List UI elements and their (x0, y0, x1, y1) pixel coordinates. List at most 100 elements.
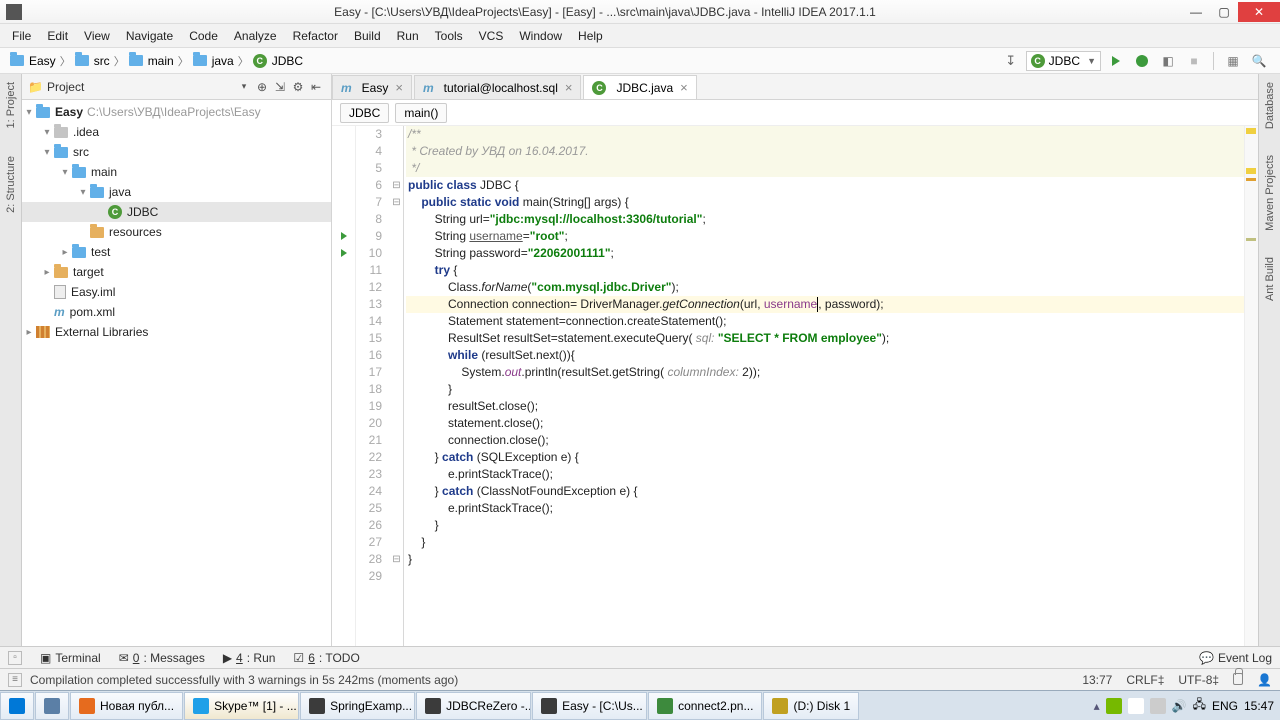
tree-item[interactable]: ▾java (22, 182, 331, 202)
tool-window-button[interactable]: ☑6: TODO (293, 651, 359, 665)
warning-marker[interactable] (1246, 168, 1256, 174)
tree-item[interactable]: ▾src (22, 142, 331, 162)
tree-item[interactable]: mpom.xml (22, 302, 331, 322)
taskbar-button[interactable]: Skype™ [1] - ... (184, 692, 299, 720)
taskbar-button[interactable] (35, 692, 69, 720)
run-config-select[interactable]: C JDBC ▼ (1026, 51, 1101, 71)
taskbar-button[interactable]: SpringExamp... (300, 692, 415, 720)
clock[interactable]: 15:47 (1244, 699, 1274, 713)
breadcrumb-item[interactable]: java (187, 50, 240, 72)
layout-icon[interactable]: ▦ (1222, 50, 1244, 72)
system-tray[interactable]: ▴ 🔊 🖧 ENG 15:47 (1088, 695, 1280, 716)
tree-item[interactable]: Easy.iml (22, 282, 331, 302)
tree-item[interactable]: ▸External Libraries (22, 322, 331, 342)
line-gutter[interactable]: 3456789101112131415161718192021222324252… (356, 126, 390, 646)
code-crumb[interactable]: main() (395, 103, 447, 123)
close-button[interactable]: ✕ (1238, 2, 1280, 22)
network-icon[interactable]: 🖧 (1193, 695, 1206, 716)
minimize-button[interactable]: — (1182, 2, 1210, 22)
warning-marker[interactable] (1246, 128, 1256, 134)
menu-refactor[interactable]: Refactor (285, 26, 346, 46)
tool-window-toggle-icon[interactable]: ▫ (8, 651, 22, 665)
breadcrumb-item[interactable]: src (69, 50, 116, 72)
menu-code[interactable]: Code (181, 26, 226, 46)
run-gutter[interactable] (332, 126, 356, 646)
project-tree[interactable]: ▾EasyC:\Users\УВД\IdeaProjects\Easy▾.ide… (22, 100, 331, 646)
inspection-icon[interactable]: 👤 (1257, 673, 1272, 687)
coverage-button[interactable]: ◧ (1157, 50, 1179, 72)
language-indicator[interactable]: ENG (1212, 699, 1238, 713)
info-marker[interactable] (1246, 238, 1256, 241)
code-crumb[interactable]: JDBC (340, 103, 389, 123)
debug-button[interactable] (1131, 50, 1153, 72)
tool-window-button[interactable]: ✉0: Messages (119, 651, 205, 665)
menu-view[interactable]: View (76, 26, 118, 46)
close-icon[interactable]: × (680, 80, 688, 95)
search-everywhere-icon[interactable]: 🔍 (1248, 50, 1270, 72)
breadcrumb-item[interactable]: CJDBC (247, 50, 309, 72)
autoscroll-icon[interactable]: ⊕ (253, 78, 271, 96)
file-encoding[interactable]: UTF-8‡ (1178, 673, 1219, 687)
menu-vcs[interactable]: VCS (471, 26, 512, 46)
scope-dropdown-icon[interactable]: ▾ (235, 78, 253, 96)
menu-edit[interactable]: Edit (39, 26, 76, 46)
stop-button[interactable]: ■ (1183, 50, 1205, 72)
run-button[interactable] (1105, 50, 1127, 72)
editor-tab[interactable]: CJDBC.java× (583, 75, 696, 99)
code-content[interactable]: /** * Created by УВД on 16.04.2017. */pu… (404, 126, 1244, 646)
close-icon[interactable]: × (395, 80, 403, 95)
tree-root[interactable]: ▾EasyC:\Users\УВД\IdeaProjects\Easy (22, 102, 331, 122)
tree-item[interactable]: ▾main (22, 162, 331, 182)
caret-position[interactable]: 13:77 (1082, 673, 1112, 687)
tool-button[interactable]: Ant Build (1264, 253, 1276, 305)
breadcrumb-item[interactable]: Easy (4, 50, 62, 72)
tree-item[interactable]: ▸target (22, 262, 331, 282)
build-icon[interactable]: ↧ (1000, 50, 1022, 72)
taskbar-button[interactable]: connect2.pn... (648, 692, 762, 720)
tree-item[interactable]: ▸test (22, 242, 331, 262)
tree-item[interactable]: CJDBC (22, 202, 331, 222)
menu-build[interactable]: Build (346, 26, 389, 46)
tray-up-icon[interactable]: ▴ (1094, 699, 1100, 713)
status-menu-icon[interactable]: ≡ (8, 673, 22, 687)
lock-icon[interactable] (1233, 673, 1243, 685)
taskbar-button[interactable]: Easy - [C:\Us... (532, 692, 647, 720)
tool-window-button[interactable]: ▶4: Run (223, 651, 276, 665)
warning-marker[interactable] (1246, 178, 1256, 181)
taskbar-button[interactable]: (D:) Disk 1 (763, 692, 859, 720)
editor-tab[interactable]: mtutorial@localhost.sql× (414, 75, 582, 99)
menu-navigate[interactable]: Navigate (118, 26, 181, 46)
tray-icon[interactable] (1106, 698, 1122, 714)
breadcrumb-item[interactable]: main (123, 50, 180, 72)
menu-help[interactable]: Help (570, 26, 611, 46)
menu-file[interactable]: File (4, 26, 39, 46)
fold-gutter[interactable]: ⊟⊟⊟ (390, 126, 404, 646)
tool-button[interactable]: 1: Project (5, 78, 17, 132)
tree-item[interactable]: resources (22, 222, 331, 242)
tray-icon[interactable] (1128, 698, 1144, 714)
close-icon[interactable]: × (565, 80, 573, 95)
menu-run[interactable]: Run (389, 26, 427, 46)
menu-analyze[interactable]: Analyze (226, 26, 285, 46)
app-icon (193, 698, 209, 714)
tray-icon[interactable] (1150, 698, 1166, 714)
settings-icon[interactable]: ⚙ (289, 78, 307, 96)
tool-button[interactable]: Database (1264, 78, 1276, 133)
taskbar-button[interactable]: JDBCReZero -... (416, 692, 531, 720)
taskbar-button[interactable]: Новая публ... (70, 692, 183, 720)
editor-tab[interactable]: mEasy× (332, 75, 412, 99)
menu-tools[interactable]: Tools (427, 26, 471, 46)
volume-icon[interactable]: 🔊 (1172, 699, 1187, 713)
menu-window[interactable]: Window (511, 26, 570, 46)
hide-icon[interactable]: ⇤ (307, 78, 325, 96)
event-log-button[interactable]: 💬 Event Log (1199, 651, 1272, 665)
tool-button[interactable]: 2: Structure (5, 152, 17, 217)
maximize-button[interactable]: ▢ (1210, 2, 1238, 22)
line-separator[interactable]: CRLF‡ (1126, 673, 1164, 687)
tree-item[interactable]: ▾.idea (22, 122, 331, 142)
error-stripe[interactable] (1244, 126, 1258, 646)
taskbar-button[interactable] (0, 692, 34, 720)
collapse-icon[interactable]: ⇲ (271, 78, 289, 96)
tool-button[interactable]: Maven Projects (1264, 151, 1276, 235)
tool-window-button[interactable]: ▣Terminal (40, 651, 101, 665)
